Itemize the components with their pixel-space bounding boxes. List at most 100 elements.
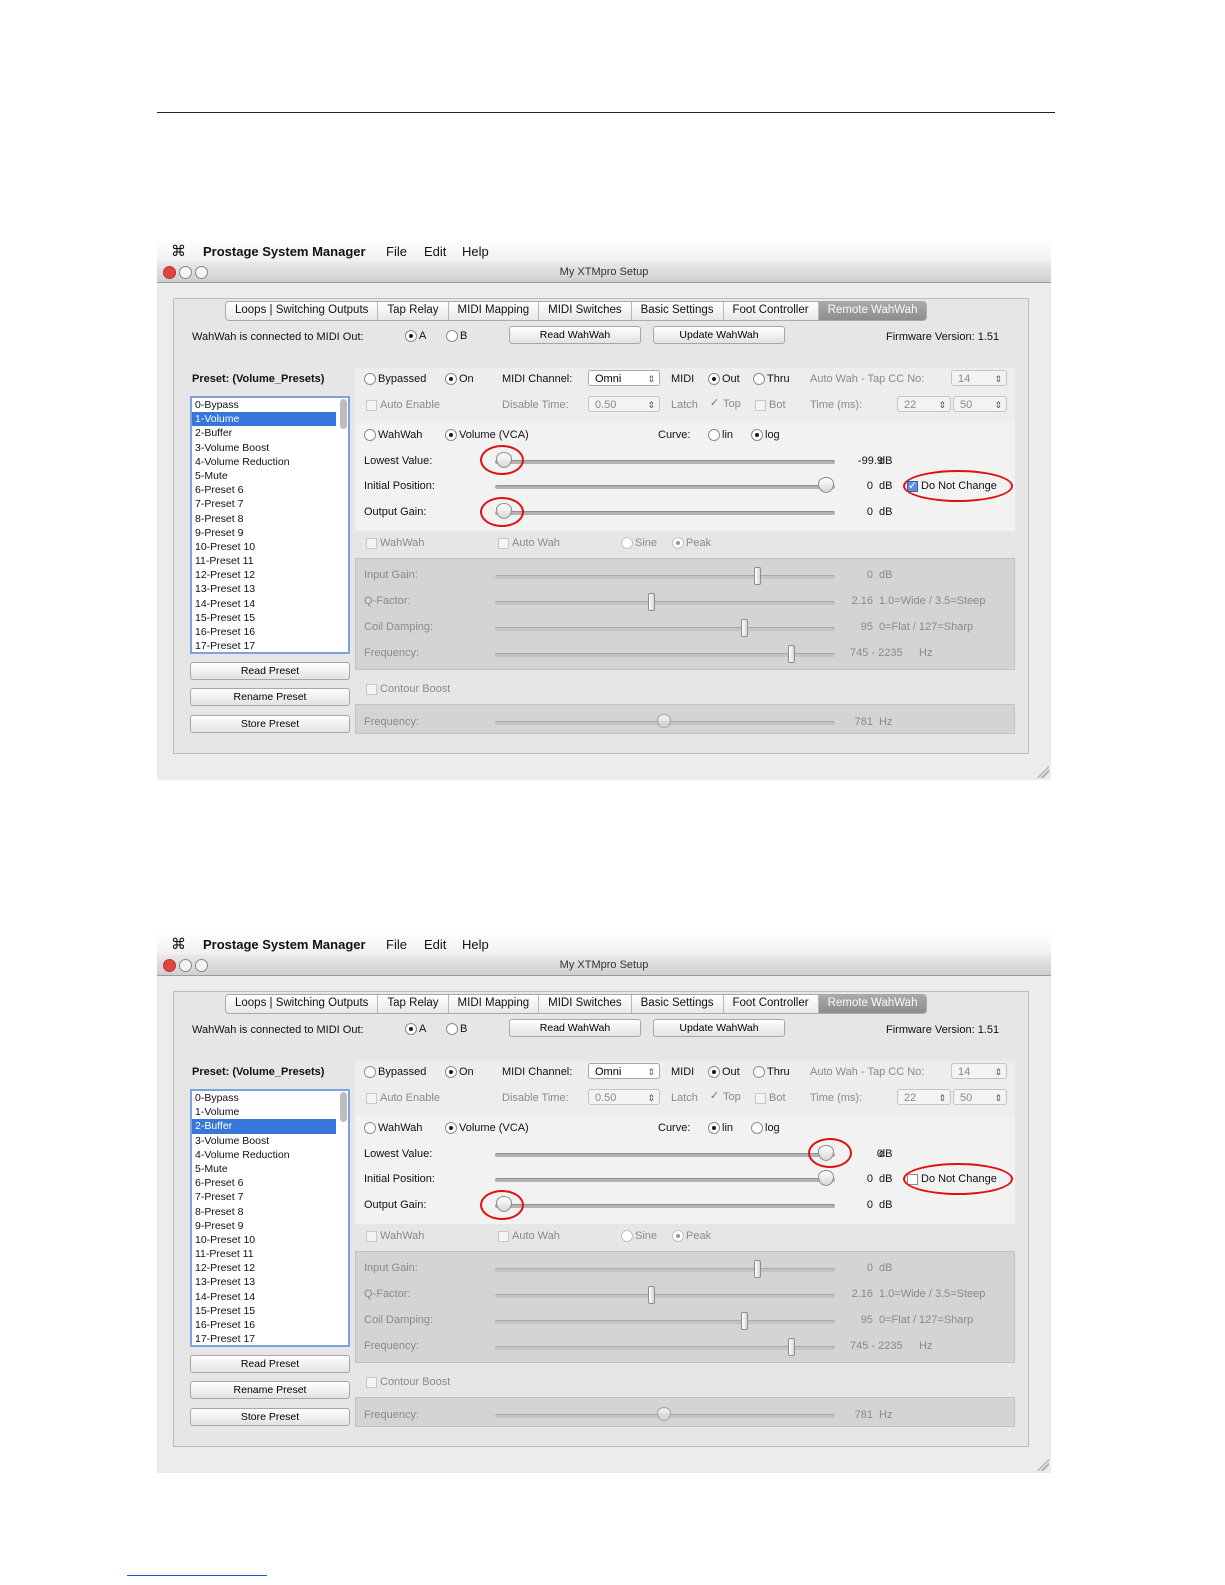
q-factor-slider-thumb[interactable] [648, 593, 655, 611]
tab-midi-switches[interactable]: MIDI Switches [539, 995, 632, 1013]
list-item[interactable]: 11-Preset 11 [192, 1247, 348, 1261]
app-name[interactable]: Prostage System Manager [203, 937, 366, 952]
list-item[interactable]: 3-Volume Boost [192, 441, 348, 455]
tab-loops-switching-outputs[interactable]: Loops | Switching Outputs [226, 995, 379, 1013]
list-item[interactable]: 14-Preset 14 [192, 1290, 348, 1304]
coil-damping-slider[interactable] [495, 1320, 835, 1324]
midi-thru-radio[interactable]: Thru [753, 1066, 790, 1079]
list-item[interactable]: 4-Volume Reduction [192, 1148, 348, 1162]
disable-time-select[interactable]: 0.50 ⇕ [588, 396, 660, 412]
list-item[interactable]: 17-Preset 17 [192, 639, 348, 652]
curve-log-radio[interactable]: log [751, 429, 780, 442]
menu-help[interactable]: Help [462, 244, 489, 259]
list-item[interactable]: 8-Preset 8 [192, 1205, 348, 1219]
rename-preset-button[interactable]: Rename Preset [190, 688, 350, 706]
lowest-value-slider[interactable] [495, 460, 835, 464]
tab-foot-controller[interactable]: Foot Controller [724, 995, 819, 1013]
frequency-slider[interactable] [495, 1346, 835, 1350]
update-wahwah-button[interactable]: Update WahWah [653, 1019, 785, 1037]
bypassed-radio[interactable]: Bypassed [364, 373, 426, 386]
list-item[interactable]: 2-Buffer [192, 426, 348, 440]
time-ms-select-2[interactable]: 50 ⇕ [953, 396, 1007, 412]
list-item[interactable]: 7-Preset 7 [192, 497, 348, 511]
store-preset-button[interactable]: Store Preset [190, 715, 350, 733]
read-wahwah-button[interactable]: Read WahWah [509, 326, 641, 344]
wah-wahwah-checkbox[interactable]: WahWah [366, 537, 424, 549]
auto-wah-checkbox[interactable]: Auto Wah [498, 537, 560, 549]
list-item[interactable]: 16-Preset 16 [192, 625, 348, 639]
list-item[interactable]: 7-Preset 7 [192, 1190, 348, 1204]
list-item[interactable]: 1-Volume [192, 1105, 348, 1119]
read-preset-button[interactable]: Read Preset [190, 1355, 350, 1373]
frequency-slider[interactable] [495, 653, 835, 657]
preset-list-scrollbar[interactable] [340, 399, 347, 429]
midi-out-b-radio[interactable]: B [446, 1023, 467, 1036]
list-item[interactable]: 12-Preset 12 [192, 568, 348, 582]
auto-enable-checkbox[interactable]: Auto Enable [366, 399, 440, 411]
list-item[interactable]: 0-Bypass [192, 398, 348, 412]
store-preset-button[interactable]: Store Preset [190, 1408, 350, 1426]
latch-bot-checkbox[interactable]: Bot [755, 399, 786, 411]
window-resize-grip-icon[interactable] [1037, 766, 1049, 778]
contour-boost-checkbox[interactable]: Contour Boost [366, 683, 450, 695]
disable-time-select[interactable]: 0.50 ⇕ [588, 1089, 660, 1105]
tab-midi-mapping[interactable]: MIDI Mapping [449, 995, 540, 1013]
list-item[interactable]: 8-Preset 8 [192, 512, 348, 526]
q-factor-slider-thumb[interactable] [648, 1286, 655, 1304]
list-item[interactable]: 17-Preset 17 [192, 1332, 348, 1345]
latch-top-checkbox[interactable]: ✓ Top [709, 397, 741, 410]
input-gain-slider[interactable] [495, 575, 835, 579]
auto-wah-checkbox[interactable]: Auto Wah [498, 1230, 560, 1242]
curve-lin-radio[interactable]: lin [708, 429, 733, 442]
input-gain-slider[interactable] [495, 1268, 835, 1272]
midi-channel-select[interactable]: Omni ⇕ [588, 1063, 660, 1079]
tab-remote-wahwah[interactable]: Remote WahWah [818, 302, 927, 320]
menu-file[interactable]: File [386, 937, 407, 952]
list-item[interactable]: 15-Preset 15 [192, 1304, 348, 1318]
midi-thru-radio[interactable]: Thru [753, 373, 790, 386]
mode-wahwah-radio[interactable]: WahWah [364, 1122, 422, 1135]
input-gain-slider-thumb[interactable] [754, 1260, 761, 1278]
mode-volume-vca-radio[interactable]: Volume (VCA) [445, 1122, 529, 1135]
tab-tap-relay[interactable]: Tap Relay [378, 995, 449, 1013]
menu-file[interactable]: File [386, 244, 407, 259]
tab-basic-settings[interactable]: Basic Settings [632, 302, 724, 320]
midi-channel-select[interactable]: Omni ⇕ [588, 370, 660, 386]
midi-out-radio[interactable]: Out [708, 373, 740, 386]
window-resize-grip-icon[interactable] [1037, 1459, 1049, 1471]
list-item[interactable]: 9-Preset 9 [192, 1219, 348, 1233]
read-wahwah-button[interactable]: Read WahWah [509, 1019, 641, 1037]
time-ms-select-1[interactable]: 22 ⇕ [897, 396, 951, 412]
curve-log-radio[interactable]: log [751, 1122, 780, 1135]
list-item[interactable]: 6-Preset 6 [192, 1176, 348, 1190]
menu-help[interactable]: Help [462, 937, 489, 952]
input-gain-slider-thumb[interactable] [754, 567, 761, 585]
list-item[interactable]: 0-Bypass [192, 1091, 348, 1105]
list-item[interactable]: 11-Preset 11 [192, 554, 348, 568]
tab-basic-settings[interactable]: Basic Settings [632, 995, 724, 1013]
list-item[interactable]: 16-Preset 16 [192, 1318, 348, 1332]
app-name[interactable]: Prostage System Manager [203, 244, 366, 259]
auto-enable-checkbox[interactable]: Auto Enable [366, 1092, 440, 1104]
list-item[interactable]: 5-Mute [192, 1162, 348, 1176]
list-item[interactable]: 13-Preset 13 [192, 1275, 348, 1289]
coil-damping-slider-thumb[interactable] [741, 1312, 748, 1330]
output-gain-slider[interactable] [495, 1204, 835, 1208]
latch-top-checkbox[interactable]: ✓ Top [709, 1090, 741, 1103]
list-item[interactable]: 14-Preset 14 [192, 597, 348, 611]
list-item[interactable]: 15-Preset 15 [192, 611, 348, 625]
list-item[interactable]: 6-Preset 6 [192, 483, 348, 497]
sine-radio[interactable]: Sine [621, 537, 657, 550]
midi-out-b-radio[interactable]: B [446, 330, 467, 343]
list-item[interactable]: 3-Volume Boost [192, 1134, 348, 1148]
lowest-value-slider[interactable] [495, 1153, 835, 1157]
tab-loops-switching-outputs[interactable]: Loops | Switching Outputs [226, 302, 379, 320]
midi-out-a-radio[interactable]: A [405, 330, 426, 343]
initial-position-slider[interactable] [495, 485, 835, 489]
tab-midi-mapping[interactable]: MIDI Mapping [449, 302, 540, 320]
frequency-slider-thumb[interactable] [788, 1338, 795, 1356]
output-gain-slider[interactable] [495, 511, 835, 515]
preset-list-scrollbar[interactable] [340, 1092, 347, 1122]
preset-list[interactable]: 0-Bypass 1-Volume 2-Buffer 3-Volume Boos… [190, 396, 350, 654]
auto-wah-cc-select[interactable]: 14 ⇕ [951, 370, 1007, 386]
